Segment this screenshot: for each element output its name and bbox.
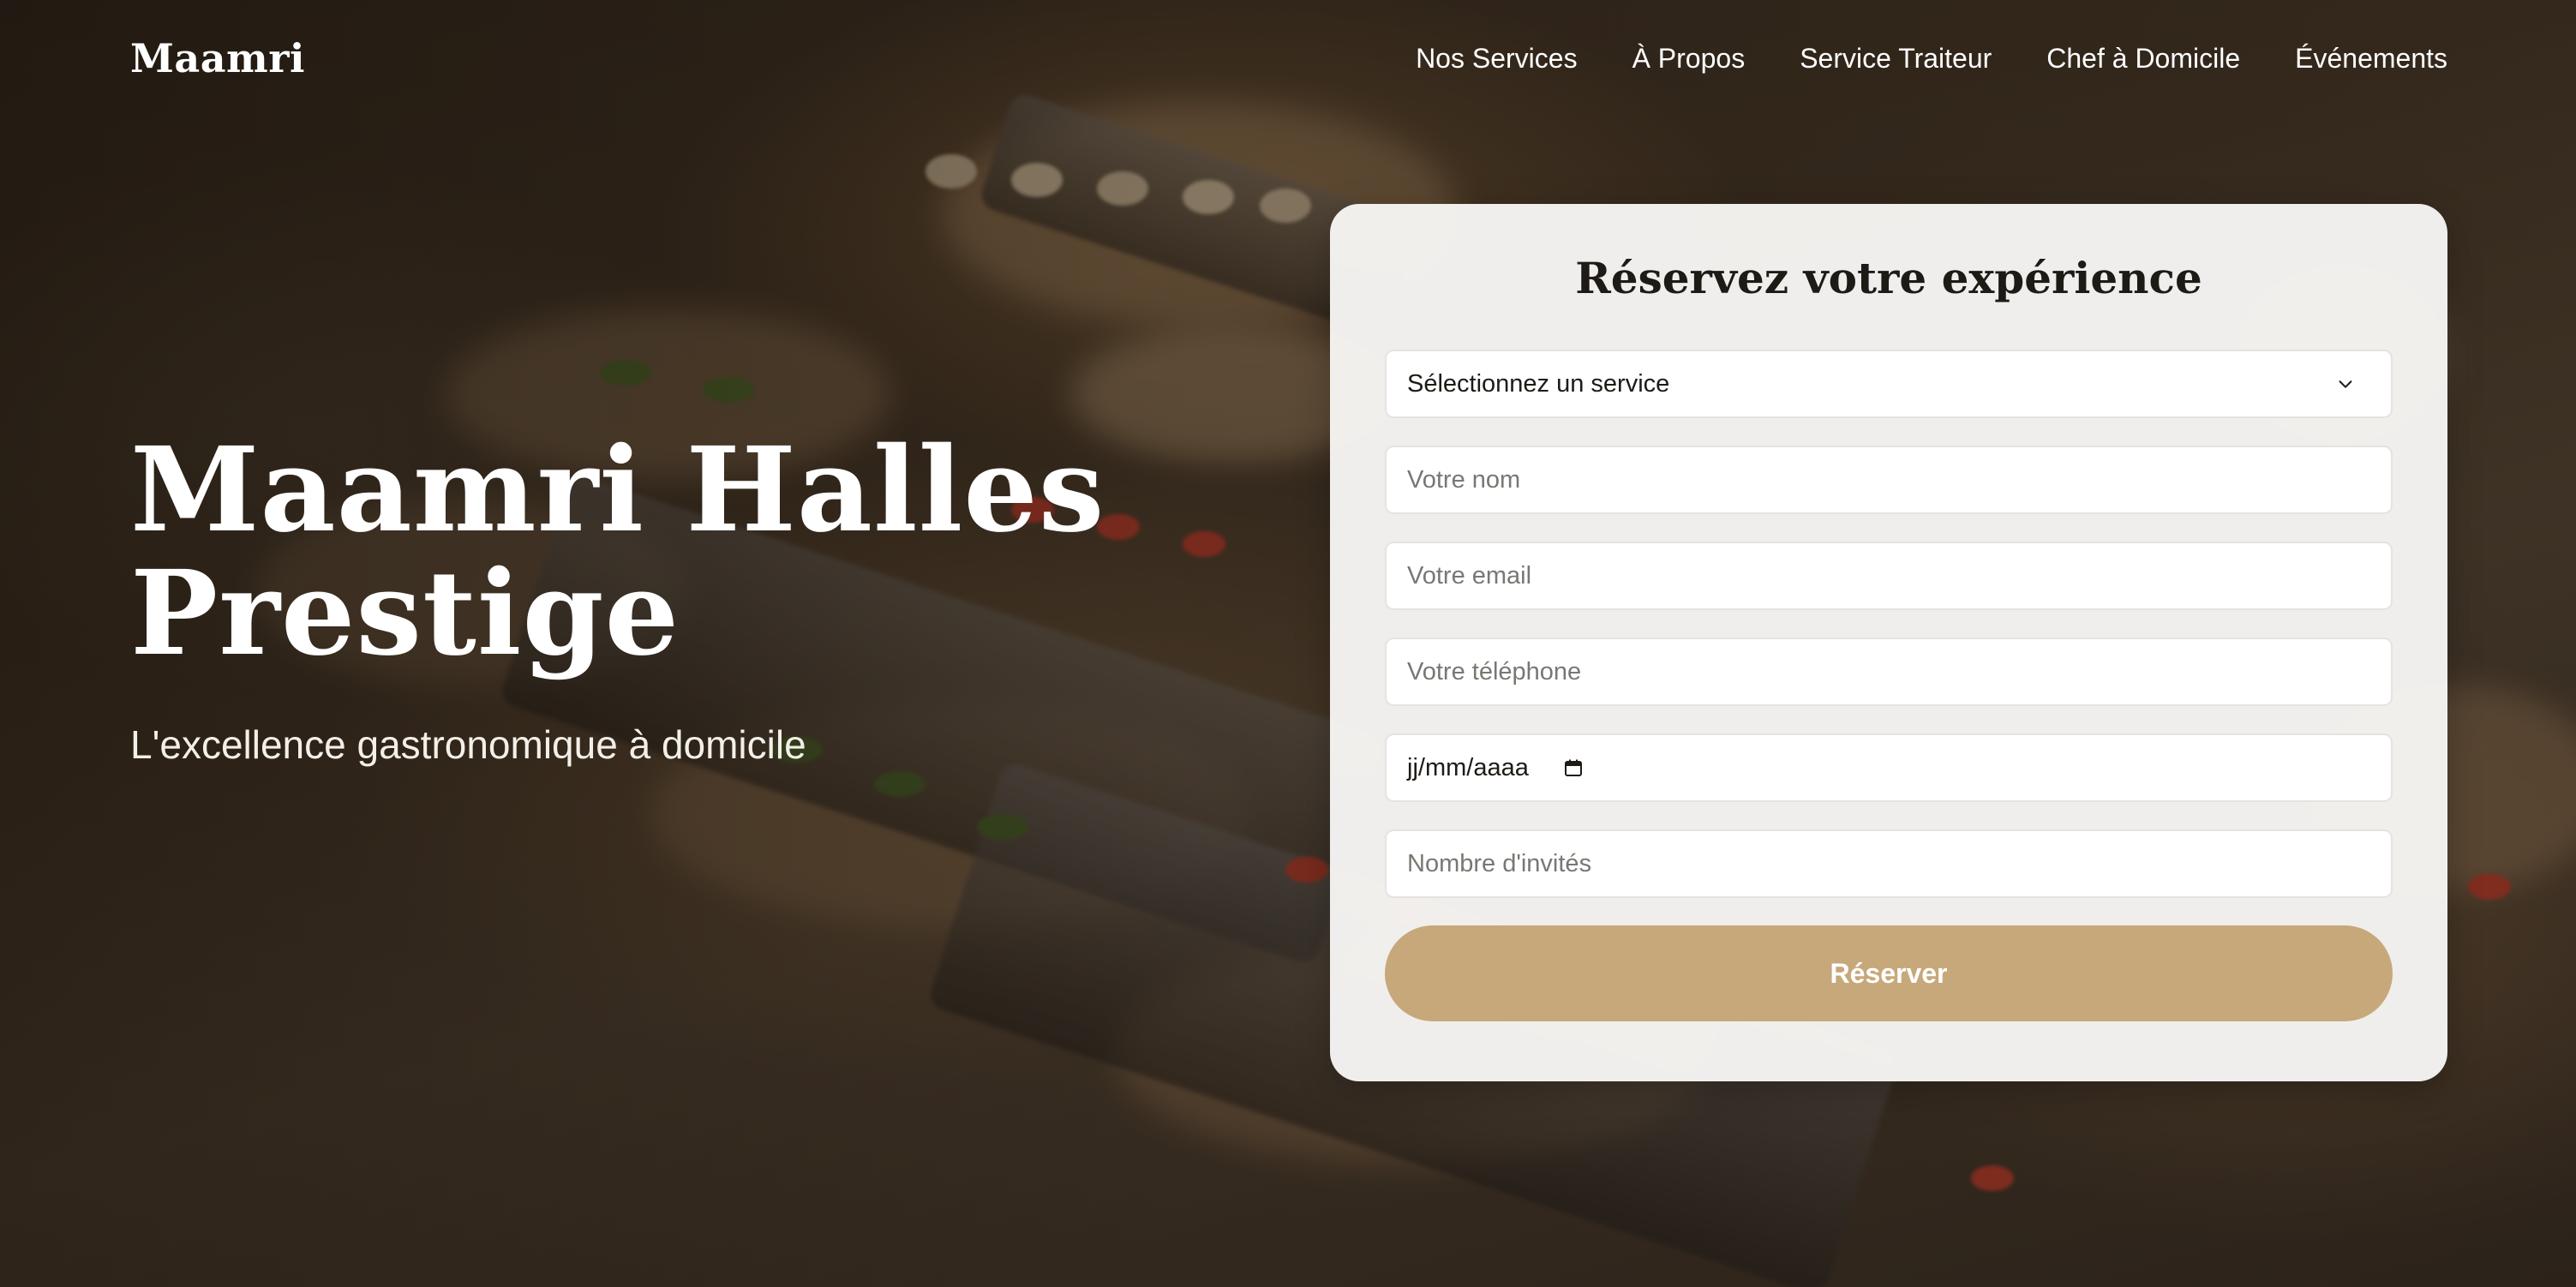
nav-link-chef-a-domicile[interactable]: Chef à Domicile: [2046, 43, 2240, 75]
nav-links: Nos Services À Propos Service Traiteur C…: [1416, 43, 2447, 75]
nav-link-a-propos[interactable]: À Propos: [1632, 43, 1746, 75]
site-logo[interactable]: Maamri: [130, 35, 305, 81]
calendar-icon[interactable]: [1563, 757, 1584, 778]
email-field-placeholder: Votre email: [1407, 561, 1532, 590]
service-select[interactable]: Sélectionnez un service: [1385, 350, 2393, 418]
service-select-value: Sélectionnez un service: [1407, 369, 1670, 398]
date-field[interactable]: jj/mm/aaaa: [1385, 733, 2393, 802]
hero-title-line-2: Prestige: [130, 545, 680, 682]
top-navigation: Maamri Nos Services À Propos Service Tra…: [130, 33, 2447, 84]
nav-link-nos-services[interactable]: Nos Services: [1416, 43, 1578, 75]
hero-section: Maamri Halles Prestige L'excellence gast…: [130, 428, 1287, 768]
nav-link-evenements[interactable]: Événements: [2295, 43, 2447, 75]
email-field[interactable]: Votre email: [1385, 542, 2393, 610]
hero-title-line-1: Maamri Halles: [130, 422, 1105, 559]
name-field-placeholder: Votre nom: [1407, 465, 1521, 494]
phone-field[interactable]: Votre téléphone: [1385, 638, 2393, 706]
guests-field[interactable]: Nombre d'invités: [1385, 829, 2393, 898]
hero-title: Maamri Halles Prestige: [130, 428, 1244, 675]
reserve-button[interactable]: Réserver: [1385, 925, 2393, 1021]
guests-field-placeholder: Nombre d'invités: [1407, 849, 1592, 877]
date-field-value: jj/mm/aaaa: [1407, 753, 1529, 781]
booking-form-card: Réservez votre expérience Sélectionnez u…: [1330, 204, 2447, 1081]
chevron-down-icon: [2339, 380, 2352, 388]
booking-form-title: Réservez votre expérience: [1575, 253, 2202, 303]
hero-subtitle: L'excellence gastronomique à domicile: [130, 722, 806, 767]
nav-link-service-traiteur[interactable]: Service Traiteur: [1800, 43, 1992, 75]
name-field[interactable]: Votre nom: [1385, 446, 2393, 514]
phone-field-placeholder: Votre téléphone: [1407, 657, 1582, 685]
